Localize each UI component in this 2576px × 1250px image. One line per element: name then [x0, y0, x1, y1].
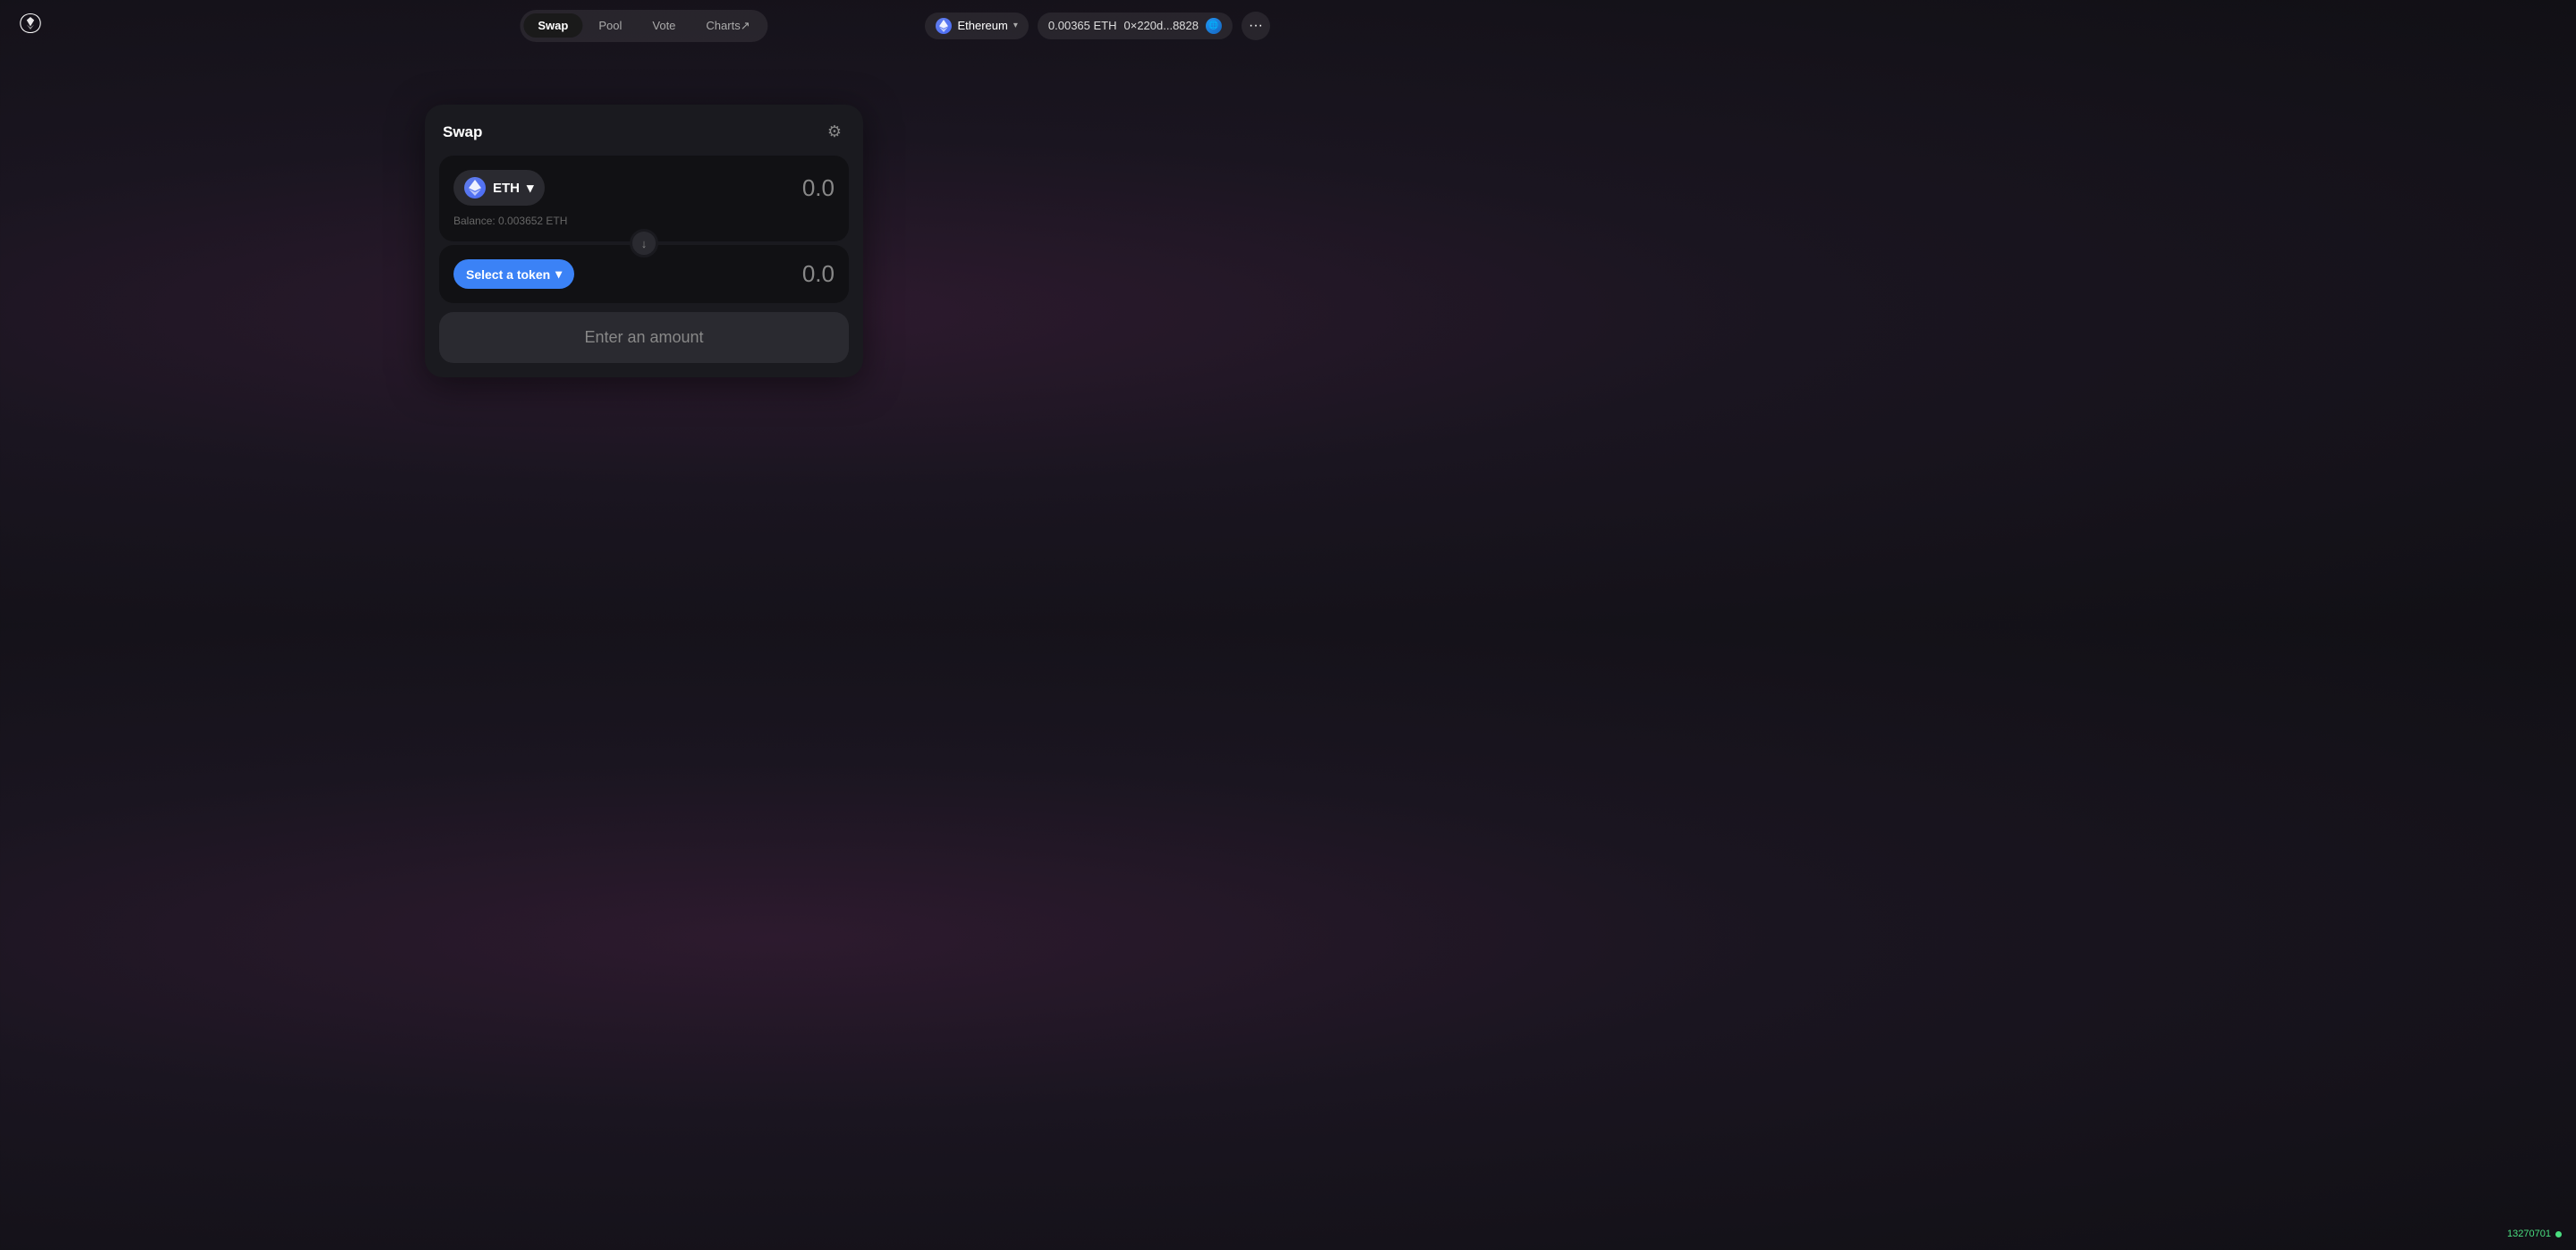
wallet-address: 0×220d...8828 — [1124, 19, 1199, 32]
eth-balance: 0.00365 ETH — [1048, 19, 1117, 32]
main-content: Swap ⚙ ETH ▾ 0.0 Balance: 0.003652 — [0, 51, 1288, 377]
tab-charts[interactable]: Charts↗ — [691, 13, 764, 38]
app-logo — [18, 11, 43, 40]
swap-direction-button[interactable]: ↓ — [630, 229, 658, 258]
to-token-amount: 0.0 — [802, 260, 835, 288]
tab-pool[interactable]: Pool — [584, 13, 636, 38]
globe-icon: 🌐 — [1206, 18, 1222, 34]
select-token-chevron-icon: ▾ — [555, 266, 562, 282]
block-status-dot — [2555, 1231, 2562, 1237]
to-token-row: Select a token ▾ 0.0 — [453, 259, 835, 289]
block-number-value: 13270701 — [2507, 1229, 2551, 1239]
tab-swap[interactable]: Swap — [523, 13, 582, 38]
wallet-info: 0.00365 ETH 0×220d...8828 🌐 — [1038, 13, 1233, 39]
network-button[interactable]: Ethereum ▾ — [925, 13, 1028, 39]
more-button[interactable]: ··· — [1241, 12, 1270, 40]
settings-button[interactable]: ⚙ — [824, 119, 845, 145]
from-token-balance: Balance: 0.003652 ETH — [453, 215, 835, 227]
from-token-chevron-icon: ▾ — [527, 180, 534, 196]
ethereum-network-icon — [936, 18, 952, 34]
enter-amount-button[interactable]: Enter an amount — [439, 312, 849, 363]
block-number: 13270701 — [2507, 1229, 2562, 1239]
network-chevron-icon: ▾ — [1013, 21, 1018, 30]
swap-title: Swap — [443, 123, 482, 141]
select-token-button[interactable]: Select a token ▾ — [453, 259, 574, 289]
eth-token-icon — [464, 177, 486, 198]
from-token-row: ETH ▾ 0.0 — [453, 170, 835, 206]
swap-card: Swap ⚙ ETH ▾ 0.0 Balance: 0.003652 — [425, 105, 863, 377]
from-token-selector[interactable]: ETH ▾ — [453, 170, 545, 206]
tab-vote[interactable]: Vote — [638, 13, 690, 38]
network-label: Ethereum — [957, 19, 1007, 32]
select-token-label: Select a token — [466, 267, 550, 282]
navbar: Swap Pool Vote Charts↗ Ethereum ▾ 0.0036… — [0, 0, 1288, 51]
from-token-amount: 0.0 — [802, 174, 835, 202]
nav-tabs: Swap Pool Vote Charts↗ — [520, 10, 767, 42]
swap-header: Swap ⚙ — [439, 119, 849, 145]
from-token-symbol: ETH — [493, 181, 520, 196]
nav-right: Ethereum ▾ 0.00365 ETH 0×220d...8828 🌐 ·… — [925, 12, 1270, 40]
